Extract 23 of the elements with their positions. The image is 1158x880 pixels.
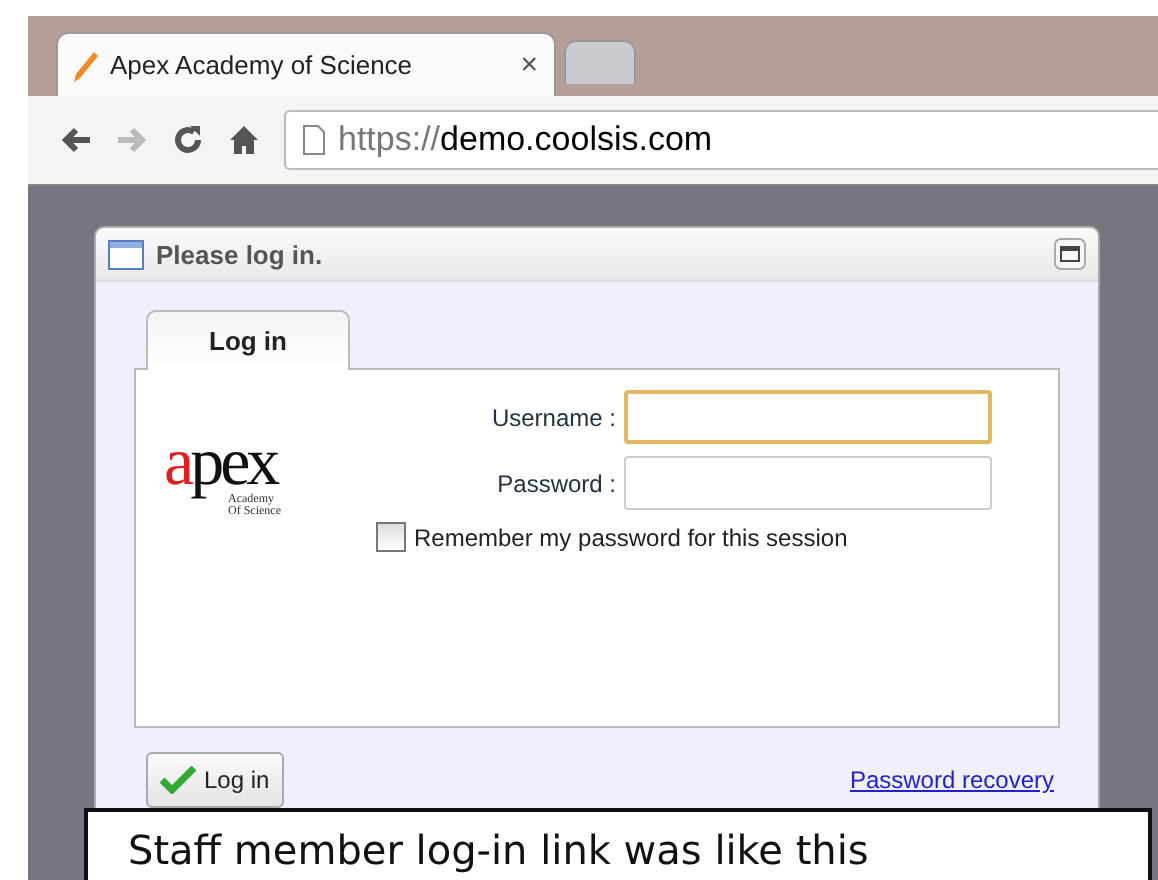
maximize-icon[interactable]: [1054, 238, 1086, 270]
remember-label: Remember my password for this session: [414, 523, 848, 551]
window-icon: [108, 239, 144, 269]
pencil-icon: [74, 49, 98, 81]
home-icon[interactable]: [228, 124, 260, 156]
username-field[interactable]: [624, 390, 992, 444]
checkmark-icon: [160, 766, 196, 794]
url-text: https://demo.coolsis.com: [338, 120, 713, 160]
field-label: Password :: [495, 469, 616, 497]
remember-checkbox[interactable]: [376, 522, 406, 552]
browser-tab[interactable]: Apex Academy of Science ×: [56, 32, 556, 96]
reload-icon[interactable]: [172, 124, 204, 156]
login-button[interactable]: Log in: [146, 752, 284, 808]
field-label: Username :: [489, 403, 616, 431]
password-recovery-link[interactable]: Password recovery: [849, 766, 1054, 794]
callout-text: Staff member log-in link was like this: [84, 808, 1152, 880]
password-field[interactable]: [624, 456, 992, 510]
login-tab[interactable]: Log in: [146, 310, 350, 370]
address-bar[interactable]: https://demo.coolsis.com: [284, 110, 1158, 170]
page-icon: [302, 124, 326, 156]
back-icon[interactable]: [60, 126, 92, 154]
dialog-title: Please log in.: [156, 239, 325, 269]
close-icon[interactable]: ×: [520, 48, 538, 82]
